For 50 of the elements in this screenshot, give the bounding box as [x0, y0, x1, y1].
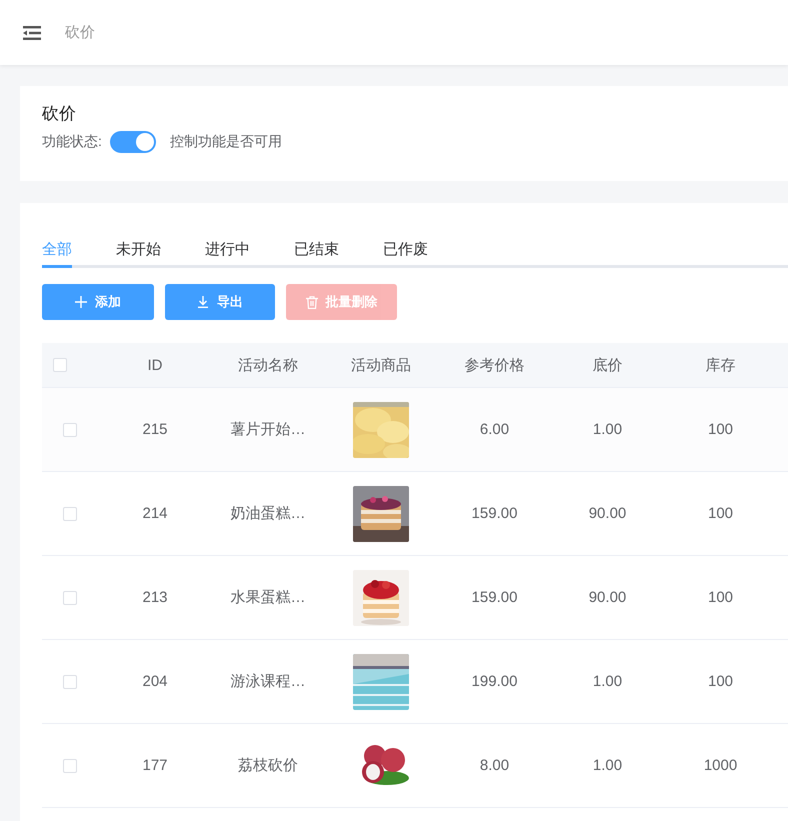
switch-label: 功能状态: [42, 133, 102, 151]
table-cell: 1.00 [592, 421, 622, 438]
table-cell: 159.00 [472, 505, 518, 522]
column-header: 活动名称 [238, 356, 298, 374]
table-cell: 100 [708, 421, 734, 438]
tab[interactable]: 未开始 [116, 233, 161, 268]
tab[interactable]: 已作废 [383, 233, 428, 268]
table-cell: 6.00 [480, 421, 510, 438]
column-header: 库存 [706, 356, 736, 374]
table-cell: 100 [708, 673, 734, 690]
table-cell: 1.00 [592, 673, 622, 690]
table-cell: 177 [142, 757, 168, 774]
select-all-checkbox[interactable] [53, 358, 67, 372]
card-title: 砍价 [42, 103, 76, 125]
toggle-switch[interactable] [110, 131, 156, 153]
table-cell: 1.00 [592, 757, 622, 774]
table-cell: 8.00 [480, 757, 510, 774]
table-cell: 90.00 [588, 589, 626, 606]
table-cell: 159.00 [472, 589, 518, 606]
table-cell: 199.00 [472, 673, 518, 690]
tab[interactable]: 已结束 [294, 233, 339, 268]
table-cell: 215 [142, 421, 168, 438]
trash-icon [306, 296, 318, 308]
download-icon [197, 296, 209, 308]
table-cell: 水果蛋糕… [230, 588, 306, 607]
table-cell: 90.00 [588, 505, 626, 522]
menu-icon[interactable] [23, 26, 41, 40]
tab[interactable]: 进行中 [205, 233, 250, 268]
table-cell: 100 [708, 589, 734, 606]
column-header: 底价 [592, 356, 622, 374]
table-cell: 213 [142, 589, 168, 606]
table-cell: 荔枝砍价 [238, 756, 298, 775]
column-header: 活动商品 [351, 356, 411, 374]
table-cell: 214 [142, 505, 168, 522]
table-cell: 100 [708, 505, 734, 522]
page-title: 砍价 [65, 23, 95, 42]
row-checkbox[interactable] [63, 422, 77, 436]
row-checkbox[interactable] [63, 506, 77, 520]
table-cell: 奶油蛋糕… [230, 504, 306, 523]
column-header: ID [148, 356, 162, 374]
hint-text: 控制功能是否可用 [170, 133, 282, 151]
row-checkbox[interactable] [63, 590, 77, 604]
table-cell: 1000 [704, 757, 738, 774]
row-checkbox[interactable] [63, 674, 77, 688]
table-cell: 204 [142, 673, 168, 690]
table-cell: 薯片开始… [230, 420, 306, 439]
plus-icon [75, 296, 87, 308]
column-header: 参考价格 [464, 356, 524, 374]
table-cell: 游泳课程… [230, 672, 306, 691]
row-checkbox[interactable] [63, 758, 77, 772]
